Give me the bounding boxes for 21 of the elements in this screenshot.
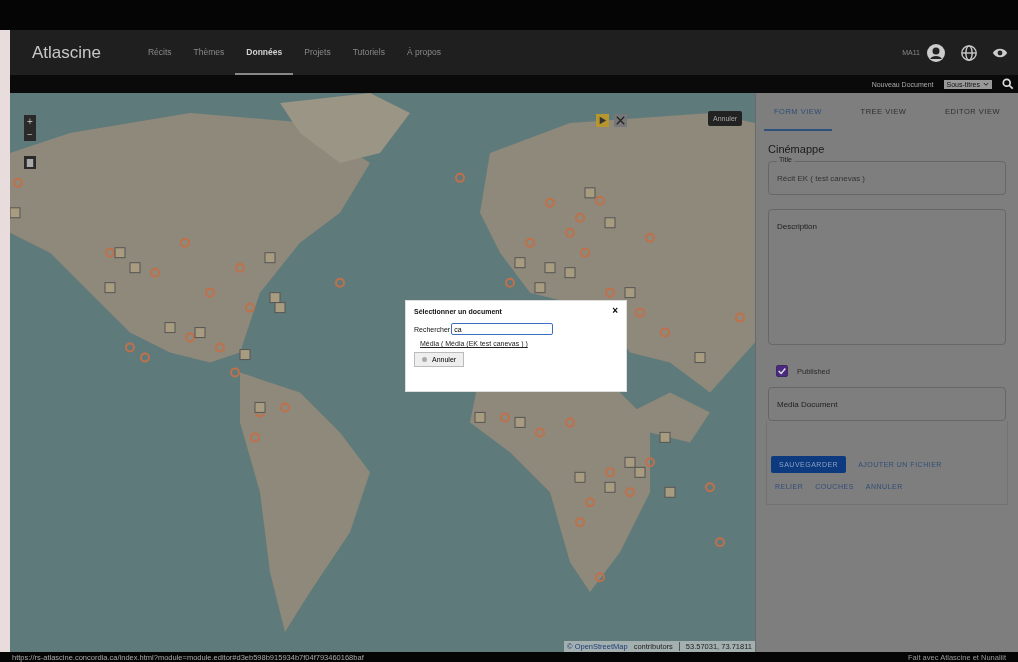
nav-link[interactable]: Projets: [293, 30, 342, 75]
description-field[interactable]: Description: [768, 209, 1006, 345]
layers-button[interactable]: [24, 156, 36, 169]
caret-icon: [983, 81, 989, 87]
form-heading: Cinémappe: [768, 143, 826, 155]
eye-icon[interactable]: [992, 46, 1008, 59]
dot-icon: [422, 357, 427, 362]
play-icon[interactable]: [596, 114, 609, 127]
nav-link[interactable]: Thèmes: [182, 30, 236, 75]
nav-link[interactable]: Tutoriels: [341, 30, 396, 75]
media-document-field[interactable]: Media Document: [768, 387, 1006, 421]
logo[interactable]: Atlascine: [32, 42, 101, 63]
avatar-icon[interactable]: [926, 42, 946, 63]
published-checkbox[interactable]: [776, 365, 788, 377]
zoom-out-button[interactable]: −: [24, 128, 36, 141]
search-icon[interactable]: [1002, 78, 1014, 90]
nav-link[interactable]: À propos: [396, 30, 452, 75]
zoom-in-button[interactable]: +: [24, 115, 36, 128]
globe-icon[interactable]: [960, 43, 978, 62]
nav-link[interactable]: Récits: [137, 30, 183, 75]
close-button[interactable]: ×: [612, 306, 618, 316]
